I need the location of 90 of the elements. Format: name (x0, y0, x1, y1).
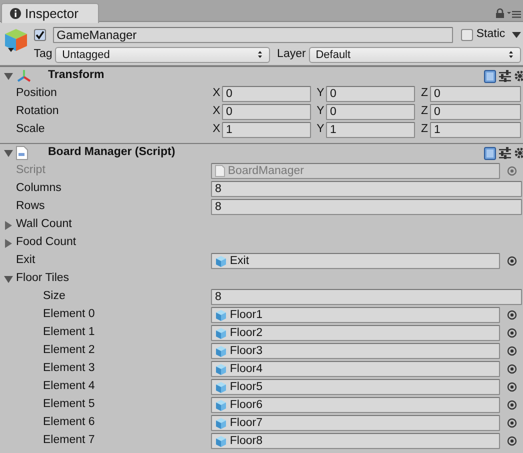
number-field[interactable]: 1 (430, 122, 521, 138)
number-field[interactable]: 0 (222, 104, 311, 120)
number-field[interactable]: 8 (211, 289, 522, 305)
component-title: Board Manager (Script) (48, 145, 176, 160)
updown-arrow-icon (257, 50, 264, 60)
foldout-arrow-icon[interactable] (4, 274, 13, 284)
object-field[interactable]: Floor3 (211, 343, 500, 359)
axes-icon (16, 69, 32, 83)
number-field[interactable]: 8 (211, 199, 522, 215)
info-icon (10, 8, 21, 19)
axis-label: Z (420, 122, 430, 138)
property-label: Script (16, 163, 46, 178)
tag-label: Tag (34, 47, 52, 62)
static-label: Static (476, 27, 506, 42)
menu-icon[interactable] (507, 10, 521, 18)
property-label: Exit (16, 253, 36, 268)
property-label[interactable]: Wall Count (16, 216, 72, 234)
prefab-cube-icon (215, 434, 227, 448)
axis-label: Y (316, 122, 326, 138)
property-label: Columns (16, 181, 62, 196)
foldout-arrow-icon[interactable] (4, 238, 13, 248)
axis-label: Y (316, 104, 326, 120)
property-label: Element 3 (43, 361, 95, 376)
gear-icon[interactable] (514, 147, 523, 159)
foldout-arrow-icon[interactable] (4, 148, 13, 158)
layer-dropdown[interactable]: Default (308, 46, 521, 63)
object-field[interactable]: Floor2 (211, 325, 500, 341)
axis-label: Z (420, 104, 430, 120)
number-field[interactable]: 0 (326, 86, 415, 102)
property-label: Size (43, 289, 66, 304)
inspector-tab[interactable]: Inspector (1, 3, 99, 23)
layer-label: Layer (277, 47, 306, 62)
script-file-icon (215, 165, 225, 177)
number-field[interactable]: 1 (326, 122, 415, 138)
number-field[interactable]: 0 (326, 104, 415, 120)
object-field[interactable]: Floor6 (211, 397, 500, 413)
object-field[interactable]: Floor8 (211, 433, 500, 449)
property-label: Element 5 (43, 397, 95, 412)
axis-label: X (212, 86, 222, 102)
active-checkbox[interactable] (34, 28, 46, 41)
prefab-cube-icon (215, 326, 227, 340)
axis-label: Z (420, 86, 430, 102)
dropdown-arrow-icon[interactable] (512, 32, 521, 38)
prefab-cube-icon (215, 362, 227, 376)
prefab-cube-icon (215, 344, 227, 358)
name-field[interactable]: GameManager (52, 26, 453, 43)
object-field[interactable]: Floor1 (211, 307, 500, 323)
property-label: Scale (16, 122, 46, 138)
sliders-icon[interactable] (499, 70, 512, 82)
component-title: Transform (48, 68, 104, 84)
property-label: Rotation (16, 104, 60, 120)
prefab-cube-icon (215, 308, 227, 322)
object-field: BoardManager (211, 163, 500, 179)
tag-dropdown[interactable]: Untagged (55, 46, 270, 63)
gear-icon[interactable] (514, 70, 523, 82)
number-field[interactable]: 0 (222, 86, 311, 102)
property-label[interactable]: Floor Tiles (16, 270, 70, 288)
foldout-arrow-icon[interactable] (4, 72, 13, 80)
number-field[interactable]: 0 (430, 104, 521, 120)
property-label: Element 1 (43, 325, 95, 340)
property-label: Element 0 (43, 307, 95, 322)
static-checkbox[interactable] (461, 28, 474, 41)
script-file-icon (16, 146, 28, 160)
prefab-cube-icon (215, 380, 227, 394)
axis-label: Y (316, 86, 326, 102)
axis-label: X (212, 104, 222, 120)
sliders-icon[interactable] (499, 147, 512, 159)
number-field[interactable]: 0 (430, 86, 521, 102)
prefab-cube-icon (215, 254, 227, 268)
object-field[interactable]: Floor4 (211, 361, 500, 377)
object-picker-icon[interactable] (507, 256, 517, 266)
property-label[interactable]: Food Count (16, 234, 76, 252)
cube-icon (4, 28, 28, 54)
foldout-arrow-icon[interactable] (4, 220, 13, 230)
property-label: Position (16, 86, 58, 102)
lock-icon[interactable] (496, 8, 504, 18)
property-label: Element 6 (43, 415, 95, 430)
updown-arrow-icon (508, 50, 514, 60)
property-label: Rows (16, 199, 45, 214)
prefab-cube-icon (215, 398, 227, 412)
property-label: Element 4 (43, 379, 95, 394)
object-field[interactable]: Floor5 (211, 379, 500, 395)
object-field[interactable]: Floor7 (211, 415, 500, 431)
number-field[interactable]: 8 (211, 181, 522, 197)
property-label: Element 7 (43, 433, 95, 448)
number-field[interactable]: 1 (222, 122, 311, 138)
axis-label: X (212, 122, 222, 138)
object-field[interactable]: Exit (211, 253, 500, 269)
prefab-cube-icon (215, 416, 227, 430)
property-label: Element 2 (43, 343, 95, 358)
